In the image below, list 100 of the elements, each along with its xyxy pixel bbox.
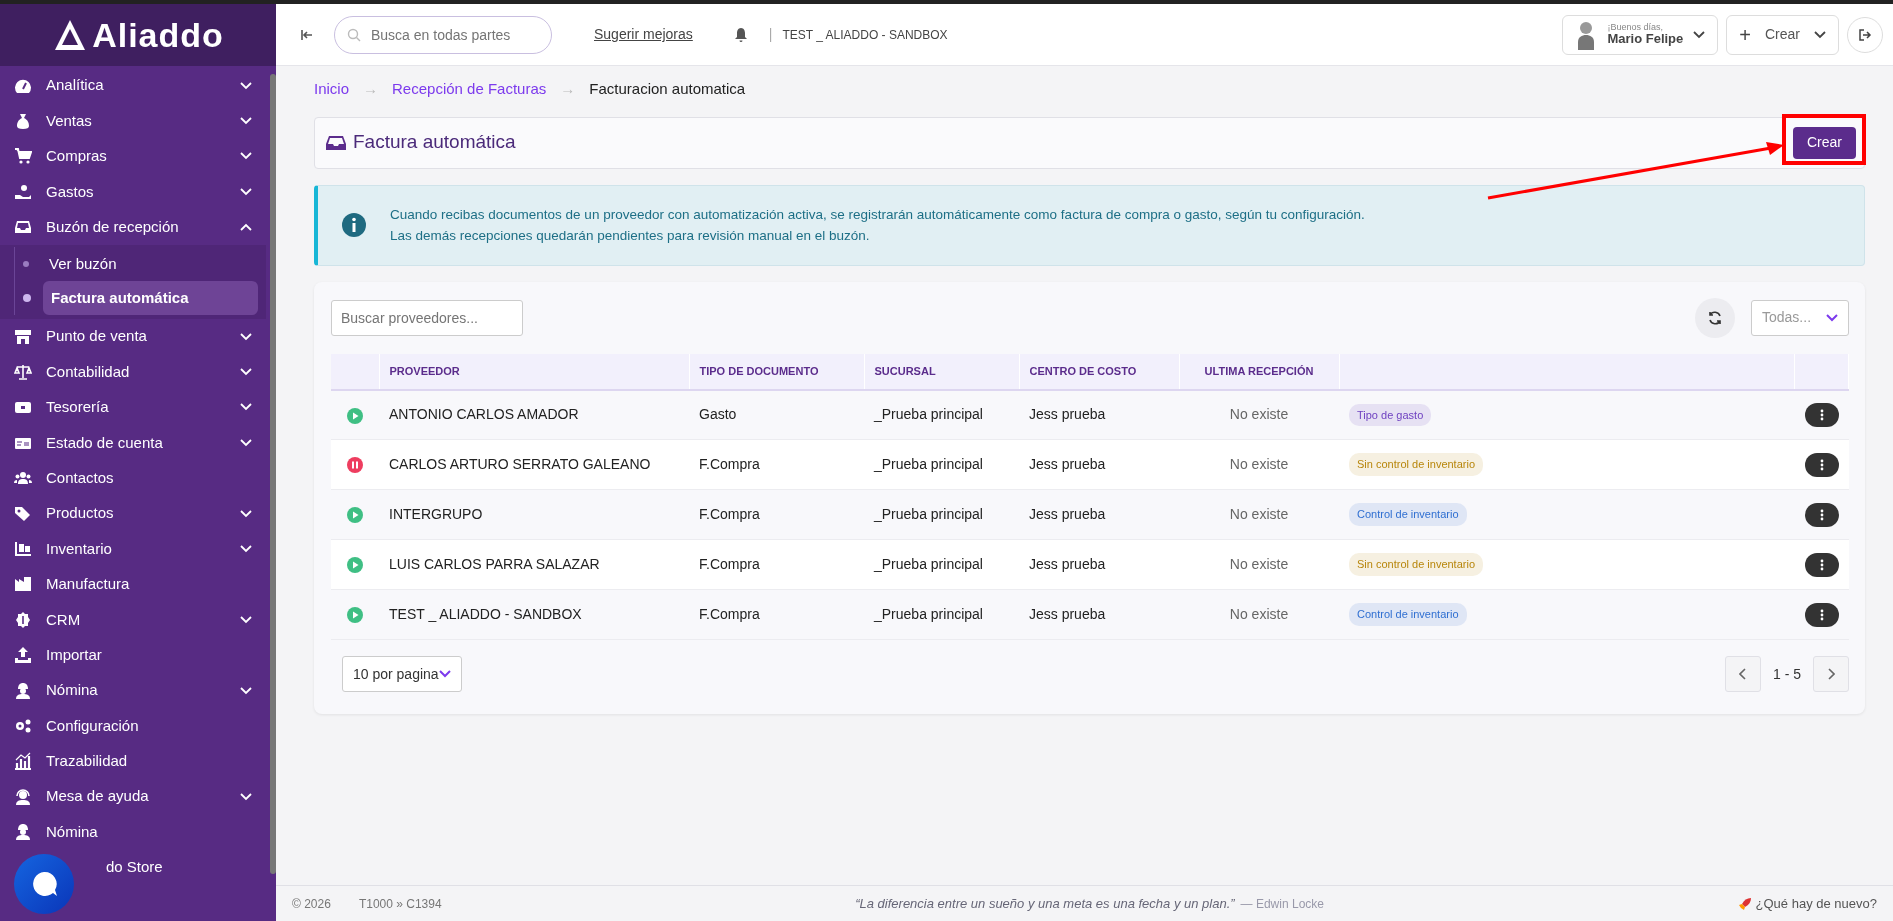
table-cell: Jess prueba [1029, 456, 1106, 473]
refresh-button[interactable] [1695, 297, 1735, 338]
column-header: PROVEEDOR [389, 364, 460, 377]
more-icon [1819, 558, 1824, 571]
table-cell: Jess prueba [1029, 406, 1106, 423]
chevron-right-icon [1827, 668, 1835, 681]
arrow-separator: → [363, 79, 379, 99]
sidebar-item[interactable]: Compras [0, 138, 266, 175]
hand-coin-icon [14, 182, 32, 201]
table-cell: F.Compra [699, 456, 760, 473]
upload-icon [14, 646, 32, 665]
logo-text: Aliaddo [92, 14, 224, 56]
create-button[interactable]: Crear [1793, 126, 1856, 159]
info-icon [342, 213, 366, 238]
worker-icon [14, 823, 32, 842]
table-cell: ANTONIO CARLOS AMADOR [389, 406, 579, 423]
table-cell: No existe [1229, 556, 1289, 573]
scrollbar[interactable] [270, 74, 276, 874]
sidebar-item[interactable]: Analítica [0, 68, 266, 104]
search-icon [347, 27, 361, 42]
more-actions-button[interactable] [1804, 402, 1839, 427]
sidebar-subitem[interactable]: Factura automática [43, 280, 258, 316]
more-actions-button[interactable] [1804, 452, 1839, 477]
sidebar-item[interactable]: Nómina [0, 814, 266, 850]
inbox-icon [325, 134, 347, 151]
table-cell: LUIS CARLOS PARRA SALAZAR [389, 556, 600, 573]
sidebar-item[interactable]: Nómina [0, 672, 266, 709]
logout-button[interactable] [1847, 16, 1883, 53]
sidebar-item[interactable]: Productos [0, 495, 266, 532]
column-header: CENTRO DE COSTO [1029, 364, 1137, 377]
table-cell: F.Compra [699, 506, 760, 523]
whats-new-link[interactable]: ¿Qué hay de nuevo? [1755, 893, 1877, 914]
chat-button[interactable] [14, 854, 74, 914]
sidebar-item[interactable]: Manufactura [0, 566, 266, 603]
scale-icon [14, 363, 32, 382]
version-text: T1000 » C1394 [358, 895, 442, 913]
sidebar-item[interactable]: Configuración [0, 708, 266, 744]
quote-author: — Edwin Locke [1240, 895, 1324, 913]
page-range: 1 - 5 [1773, 664, 1801, 684]
more-actions-button[interactable] [1804, 502, 1839, 527]
table-cell: _Prueba principal [874, 456, 983, 473]
dolly-icon [14, 540, 32, 558]
sidebar-item[interactable]: Buzón de recepción [0, 209, 266, 245]
status-tag: Sin control de inventario [1349, 453, 1483, 476]
more-icon [1819, 608, 1824, 621]
sidebar-item[interactable]: Gastos [0, 174, 266, 210]
chart-icon [14, 752, 32, 771]
table-cell: F.Compra [699, 556, 760, 573]
status-tag: Sin control de inventario [1349, 553, 1483, 576]
sidebar-subitem[interactable]: Ver buzón [41, 246, 258, 282]
table-cell: No existe [1229, 606, 1289, 623]
user-menu[interactable]: ¡Buenos días, Mario Felipe [1562, 14, 1719, 55]
company-name: TEST _ ALIADDO - SANDBOX [782, 26, 948, 44]
copyright-text: © 2026 [292, 895, 331, 913]
table-cell: Jess prueba [1029, 506, 1106, 523]
more-actions-button[interactable] [1804, 602, 1839, 627]
breadcrumb-link[interactable]: Inicio [314, 78, 350, 101]
status-tag: Control de inventario [1349, 603, 1467, 626]
sidebar-item[interactable]: Punto de venta [0, 318, 266, 355]
more-icon [1819, 408, 1824, 421]
sidebar-item[interactable]: do Store [0, 849, 266, 886]
cart-icon [14, 147, 32, 166]
divider-text: | [768, 25, 773, 44]
search-field[interactable]: Busca en todas partes [334, 15, 552, 54]
factory-icon [14, 575, 32, 594]
sidebar-item[interactable]: CRM [0, 602, 266, 638]
breadcrumb-link[interactable]: Recepción de Facturas [392, 78, 547, 101]
create-menu-button[interactable]: + Crear [1726, 14, 1839, 55]
status-tag: Tipo de gasto [1349, 403, 1432, 427]
sidebar-item[interactable]: Importar [0, 637, 266, 673]
page-size-select[interactable]: 10 por pagina [342, 656, 462, 693]
sidebar-item[interactable]: Contactos [0, 460, 266, 496]
table-cell: Gasto [699, 406, 737, 423]
sidebar-item[interactable]: Ventas [0, 103, 266, 139]
arrow-separator: → [560, 79, 576, 99]
collapse-icon[interactable] [300, 27, 314, 42]
more-icon [1819, 458, 1824, 471]
sidebar-item[interactable]: Mesa de ayuda [0, 779, 266, 815]
table-cell: _Prueba principal [874, 406, 983, 423]
pause-icon[interactable] [347, 457, 363, 474]
table-cell: No existe [1229, 506, 1289, 523]
column-header: ULTIMA RECEPCIÓN [1204, 364, 1314, 377]
sidebar-item[interactable]: Trazabilidad [0, 743, 266, 780]
chevron-left-icon [1739, 668, 1747, 681]
table-cell: Jess prueba [1029, 606, 1106, 623]
sidebar-item[interactable]: Tesorería [0, 389, 266, 426]
provider-search-field[interactable]: Buscar proveedores... [331, 299, 523, 336]
chevron-down-icon [1826, 313, 1838, 322]
suggest-link[interactable]: Sugerir mejoras [594, 24, 693, 45]
sidebar-item[interactable]: Inventario [0, 531, 266, 567]
money-bag-icon [14, 112, 32, 131]
sidebar-item[interactable]: Contabilidad [0, 354, 266, 390]
logout-icon [1858, 27, 1872, 42]
more-actions-button[interactable] [1804, 552, 1839, 577]
table-cell: F.Compra [699, 606, 760, 623]
tags-icon [14, 504, 32, 523]
column-header: SUCURSAL [874, 364, 936, 377]
bullet-icon [23, 293, 31, 302]
sidebar-item[interactable]: Estado de cuenta [0, 425, 266, 461]
page-title: Factura automática [353, 130, 517, 155]
